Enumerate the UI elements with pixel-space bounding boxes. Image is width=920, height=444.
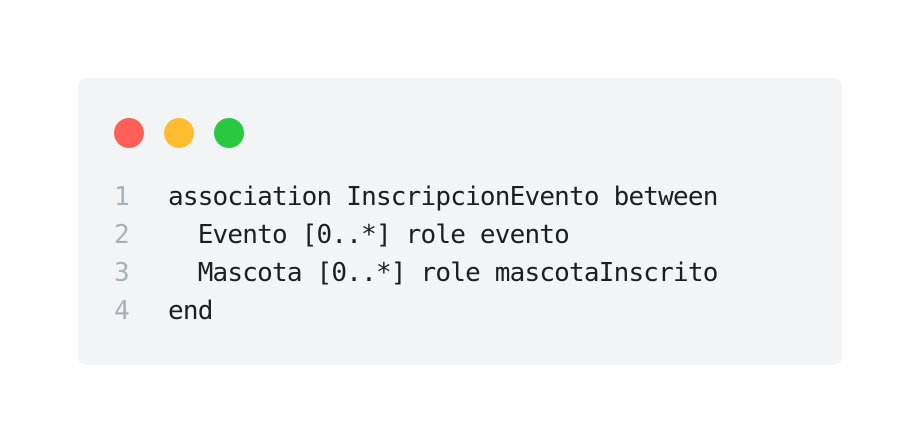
- code-text: Evento [0..*] role evento: [168, 220, 570, 250]
- close-button[interactable]: [114, 118, 144, 148]
- code-text: end: [168, 296, 213, 326]
- code-line: 4 end: [114, 292, 718, 330]
- code-line: 1 association InscripcionEvento between: [114, 178, 718, 216]
- maximize-button[interactable]: [214, 118, 244, 148]
- code-line: 3 Mascota [0..*] role mascotaInscrito: [114, 254, 718, 292]
- line-number: 3: [114, 258, 130, 288]
- window-controls: [114, 118, 244, 148]
- line-number: 4: [114, 296, 130, 326]
- line-number: 2: [114, 220, 130, 250]
- code-line: 2 Evento [0..*] role evento: [114, 216, 718, 254]
- line-number: 1: [114, 182, 130, 212]
- code-window: 1 association InscripcionEvento between …: [78, 78, 842, 365]
- code-text: association InscripcionEvento between: [168, 182, 718, 212]
- minimize-button[interactable]: [164, 118, 194, 148]
- code-block: 1 association InscripcionEvento between …: [114, 178, 718, 330]
- code-text: Mascota [0..*] role mascotaInscrito: [168, 258, 719, 288]
